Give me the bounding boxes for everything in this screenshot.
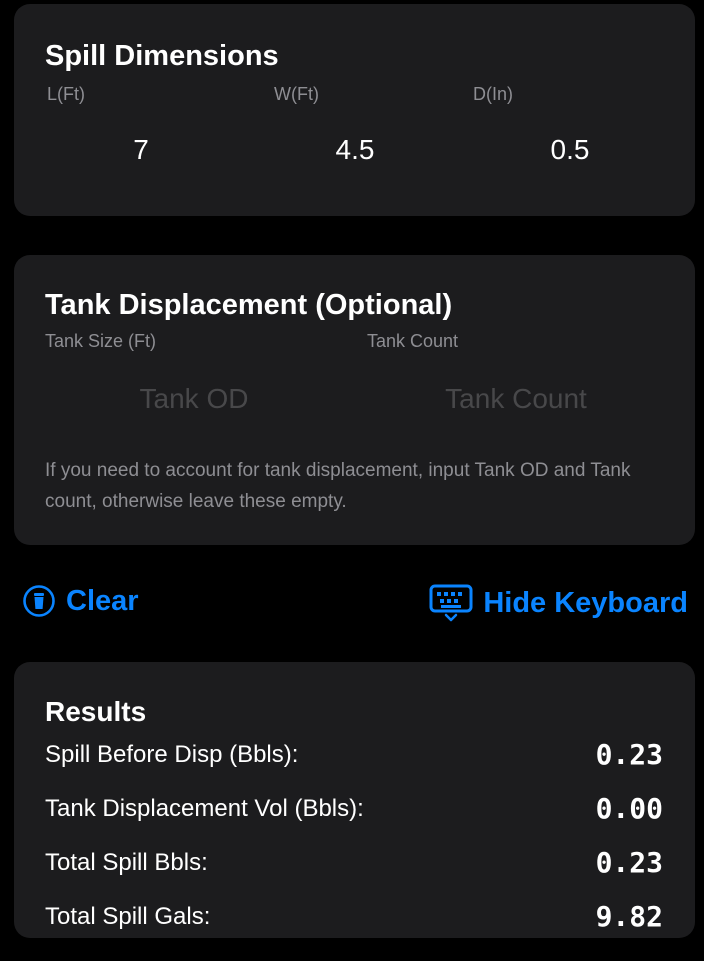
- tank-od-input[interactable]: [94, 383, 294, 415]
- result-value: 0.23: [595, 846, 663, 879]
- result-row: Total Spill Gals: 9.82: [45, 900, 663, 933]
- hide-keyboard-label: Hide Keyboard: [483, 586, 688, 619]
- result-value: 9.82: [595, 900, 663, 933]
- width-input[interactable]: [255, 134, 455, 166]
- length-label: L(Ft): [47, 84, 85, 104]
- hide-keyboard-button[interactable]: Hide Keyboard: [429, 584, 688, 622]
- depth-label: D(In): [473, 84, 513, 104]
- clear-button-label: Clear: [66, 584, 139, 617]
- result-row: Spill Before Disp (Bbls): 0.23: [45, 738, 663, 771]
- result-value: 0.00: [595, 792, 663, 825]
- result-label: Total Spill Bbls:: [45, 848, 208, 876]
- spill-dimensions-title: Spill Dimensions: [45, 40, 279, 72]
- tank-displacement-hint: If you need to account for tank displace…: [45, 460, 631, 512]
- result-row: Total Spill Bbls: 0.23: [45, 846, 663, 879]
- result-value: 0.23: [595, 738, 663, 771]
- length-input[interactable]: [41, 134, 241, 166]
- result-label: Tank Displacement Vol (Bbls):: [45, 794, 364, 822]
- result-row: Tank Displacement Vol (Bbls): 0.00: [45, 792, 663, 825]
- results-card: Results Spill Before Disp (Bbls): 0.23 T…: [14, 662, 695, 938]
- clear-button[interactable]: Clear: [22, 584, 139, 618]
- tank-count-label: Tank Count: [367, 331, 459, 351]
- tank-size-label: Tank Size (Ft): [45, 331, 157, 351]
- keyboard-chevron-down-icon: [429, 584, 473, 622]
- spill-dimensions-card: Spill Dimensions L(Ft) W(Ft) D(In): [14, 4, 695, 216]
- tank-displacement-title: Tank Displacement (Optional): [45, 289, 453, 321]
- depth-input[interactable]: [470, 134, 670, 166]
- result-label: Spill Before Disp (Bbls):: [45, 740, 299, 768]
- results-title: Results: [45, 696, 147, 727]
- result-label: Total Spill Gals:: [45, 902, 211, 930]
- trash-circle-icon: [22, 584, 56, 618]
- tank-displacement-card: Tank Displacement (Optional) Tank Size (…: [14, 255, 695, 545]
- tank-count-input[interactable]: [366, 383, 666, 415]
- width-label: W(Ft): [274, 84, 319, 104]
